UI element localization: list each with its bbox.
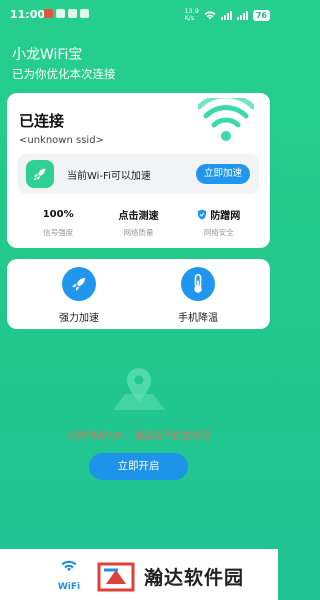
connection-card: 已连接 <unknown ssid> 当前Wi-Fi可以加速 立即加速 100%… [7,93,270,248]
wifi-icon [61,560,77,572]
stat-label: 网络质量 [123,228,154,237]
speed-tip-text: 当前Wi-Fi可以加速 [67,171,151,182]
tool-label: 手机降温 [178,313,218,324]
stat-value-wrap[interactable]: 防蹭网 [179,207,259,222]
shield-icon [198,209,207,219]
stat-signal: 100% 信号强度 [18,207,98,243]
stat-label: 信号强度 [43,228,74,237]
location-permission-message: 扫描附近WiFi，需要授予位置权限 [67,431,211,442]
status-bar: 11:00 13.9 K/s 76 [0,0,278,26]
tool-label: 强力加速 [59,313,99,324]
tool-cooling[interactable]: 手机降温 [138,267,258,324]
mail-notification-icon [68,9,77,18]
stat-security[interactable]: 防蹭网 网络安全 [179,207,259,243]
network-speed: 13.9 K/s [184,7,199,22]
connection-status-title: 已连接 [19,112,65,130]
rocket-icon [62,267,96,301]
nav-item-wifi[interactable]: WiFi [52,557,86,592]
stat-label: 网络安全 [203,228,234,237]
ssid-label: <unknown ssid> [19,135,104,146]
app-notification-icon [80,9,89,18]
watermark-text: 瀚达软件园 [144,566,245,589]
rocket-icon [34,168,46,180]
status-right: 13.9 K/s 76 [184,8,270,22]
wifi-status-icon [204,11,216,19]
stats-row: 100% 信号强度 点击测速 网络质量 防蹭网 网络安全 [18,207,259,243]
stat-value: 100% [42,208,74,220]
location-map-icon [113,368,165,410]
app-notification-icon [44,9,53,18]
watermark-logo-icon [97,562,135,592]
signal-icon [220,10,232,20]
watermark: 瀚达软件园 [96,556,244,596]
thermometer-icon [181,267,215,301]
stat-value[interactable]: 点击测速 [98,207,178,222]
enable-location-button[interactable]: 立即开启 [89,453,188,480]
tools-card: 强力加速 手机降温 [7,259,270,329]
wifi-signal-icon [198,98,254,141]
speed-up-button[interactable]: 立即加速 [196,164,250,184]
app-title: 小龙WiFi宝 [12,47,83,63]
battery-indicator: 76 [252,9,270,21]
rocket-badge [26,160,54,188]
speed-tip-box: 当前Wi-Fi可以加速 立即加速 [18,154,259,194]
status-time: 11:00 [10,8,46,21]
nav-label: WiFi [57,582,81,592]
app-subtitle: 已为你优化本次连接 [12,67,116,81]
stat-speed-test[interactable]: 点击测速 网络质量 [98,207,178,243]
image-notification-icon [56,9,65,18]
tool-boost[interactable]: 强力加速 [19,267,139,324]
stat-value: 防蹭网 [210,210,241,222]
notification-icons [44,9,89,18]
signal-icon [236,10,248,20]
